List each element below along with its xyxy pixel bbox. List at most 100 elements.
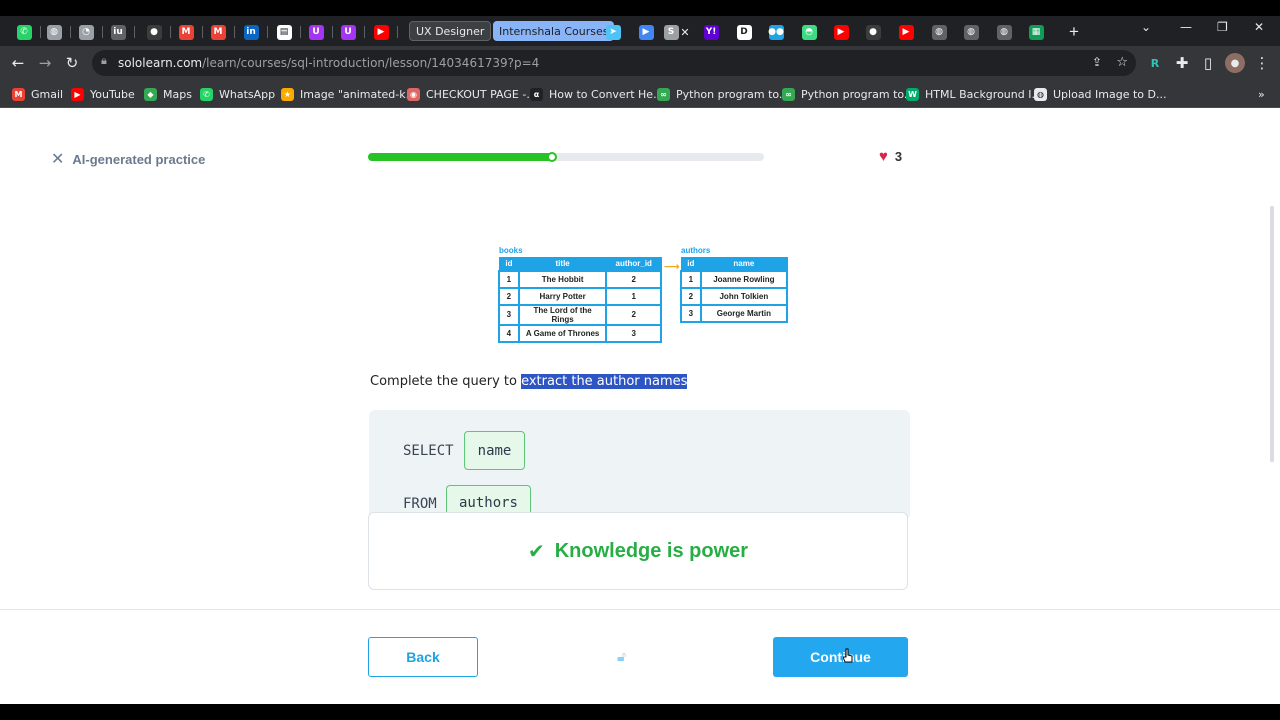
practice-header: ✕ AI-generated practice	[51, 149, 205, 169]
tab-github-r8[interactable]: ●	[865, 21, 881, 43]
tab-ux-designer[interactable]: UX Designer	[409, 21, 492, 41]
tab-sheets-r13[interactable]: ▦	[1028, 21, 1044, 43]
bookmark-item[interactable]: α How to Convert He...	[530, 86, 664, 102]
tab-dots-r5[interactable]: ●●	[768, 21, 784, 43]
tab-d-r4[interactable]: D	[736, 21, 752, 43]
books-header-cell: author_id	[605, 257, 662, 271]
new-tab-icon[interactable]: +	[1066, 21, 1082, 43]
tab-youtube-11[interactable]: ▶	[373, 21, 389, 43]
authors-cell: George Martin	[699, 303, 789, 323]
keyword-select: SELECT	[403, 443, 454, 459]
extension-r-icon[interactable]: R	[1145, 53, 1165, 73]
tab-globe-1[interactable]: ◍	[46, 21, 62, 43]
lives-counter: ♥ 3	[879, 148, 902, 165]
books-table-row: 4A Game of Thrones 3	[498, 323, 662, 343]
tab-globe-r11[interactable]: ◍	[963, 21, 979, 43]
tab-android-r6[interactable]: ◓	[801, 21, 817, 43]
books-cell: 3	[498, 303, 520, 326]
answer-slot-name[interactable]: name	[464, 431, 525, 470]
tab-udemy-9[interactable]: U	[308, 21, 324, 43]
tab-page-8[interactable]: ▤	[276, 21, 292, 43]
tab-github-4[interactable]: ●	[146, 21, 162, 43]
bookmark-item[interactable]: ◍ Upload Image to D...	[1034, 86, 1167, 102]
bookmark-item[interactable]: M Gmail	[12, 86, 63, 102]
tab-divider	[134, 26, 135, 38]
tab-sololearn-r2[interactable]: S	[663, 21, 679, 43]
lock-icon: 🔒︎	[101, 55, 107, 67]
url-input[interactable]: 🔒︎ sololearn.com/learn/courses/sql-intro…	[92, 50, 1136, 76]
tab-gmail-6[interactable]: M	[210, 21, 226, 43]
maps-icon: ◆	[144, 87, 157, 101]
restore-icon[interactable]: ❐	[1217, 20, 1228, 34]
authors-header-cell: id	[680, 257, 702, 271]
bookmark-item[interactable]: ◉ CHECKOUT PAGE -...	[407, 86, 537, 102]
forward-arrow-icon[interactable]: →	[35, 53, 55, 73]
books-cell: 3	[605, 323, 662, 343]
share-icon[interactable]: ⇪	[1092, 55, 1102, 69]
tab-youtube-r9[interactable]: ▶	[898, 21, 914, 43]
gmail-icon: M	[210, 24, 226, 40]
minimize-icon[interactable]: —	[1180, 20, 1192, 34]
extensions-puzzle-icon[interactable]: ✚	[1172, 53, 1192, 73]
prompt-highlight: extract the author names	[521, 374, 688, 389]
tab-strip: UX Designer Internshala Courses ✕ + ⌄ — …	[0, 16, 1280, 46]
back-button[interactable]: Back	[368, 637, 478, 677]
bookmark-label: Image "animated-k...	[300, 87, 417, 101]
authors-cell: 1	[680, 269, 702, 289]
bookmark-star-icon[interactable]: ☆	[1116, 54, 1128, 70]
globe-icon: ◍	[996, 24, 1012, 40]
side-panel-icon[interactable]: ▯	[1198, 53, 1218, 73]
avatar[interactable]: ●	[1225, 53, 1245, 73]
bookmark-label: How to Convert He...	[549, 87, 664, 101]
tab-globe-r12[interactable]: ◍	[996, 21, 1012, 43]
tab-iu-3[interactable]: iu	[110, 21, 126, 43]
unlock-icon[interactable]: 🔓︎	[617, 649, 626, 665]
address-bar-row: ← → ↻ 🔒︎ sololearn.com/learn/courses/sql…	[0, 46, 1280, 80]
gmail-icon: M	[12, 87, 25, 101]
authors-cell: 2	[680, 286, 702, 306]
play-icon: ▶	[638, 24, 654, 40]
books-cell: 1	[498, 269, 520, 289]
bookmark-item[interactable]: ✆ WhatsApp	[200, 86, 275, 102]
bookmark-item[interactable]: ★ Image "animated-k...	[281, 86, 416, 102]
bookmark-item[interactable]: ∞ Python program to...	[657, 86, 789, 102]
android-icon: ◓	[801, 24, 817, 40]
tab-pinwheel-2[interactable]: ◔	[78, 21, 94, 43]
tab-whatsapp-0[interactable]: ✆	[16, 21, 32, 43]
continue-button[interactable]: Continue	[773, 637, 908, 677]
tab-udemy-10[interactable]: U	[340, 21, 356, 43]
keyword-from: FROM	[403, 496, 437, 512]
footer-divider	[0, 609, 1280, 610]
progress-knob	[547, 152, 558, 162]
tab-play-r1[interactable]: ▶	[638, 21, 654, 43]
back-arrow-icon[interactable]: ←	[8, 53, 28, 73]
tab-globe-r10[interactable]: ◍	[931, 21, 947, 43]
yahoo-icon: Y!	[703, 24, 719, 40]
sololearn-icon: S	[663, 24, 679, 40]
bookmark-label: Upload Image to D...	[1053, 87, 1167, 101]
tab-yahoo-r3[interactable]: Y!	[703, 21, 719, 43]
bookmark-item[interactable]: W HTML Background I...	[906, 86, 1042, 102]
reload-icon[interactable]: ↻	[62, 53, 82, 73]
tab-bird-r0[interactable]: ➤	[605, 21, 621, 43]
udemy-icon: U	[340, 24, 356, 40]
menu-kebab-icon[interactable]: ⋮	[1252, 53, 1272, 73]
tab-linkedin-7[interactable]: in	[243, 21, 259, 43]
lips-icon: ◉	[407, 87, 420, 101]
youtube-icon: ▶	[833, 24, 849, 40]
chevron-down-icon[interactable]: ⌄	[1141, 20, 1151, 34]
authors-header-cell: name	[700, 257, 788, 271]
bookmark-item[interactable]: ▶ YouTube	[71, 86, 135, 102]
bookmarks-overflow-icon[interactable]: »	[1258, 86, 1265, 102]
close-tab-icon[interactable]: ✕	[677, 21, 693, 43]
practice-title: AI-generated practice	[72, 151, 206, 167]
scrollbar[interactable]	[1270, 206, 1274, 462]
tab-internshala-courses[interactable]: Internshala Courses	[493, 21, 615, 41]
w3-icon: W	[906, 87, 919, 101]
close-window-icon[interactable]: ✕	[1254, 20, 1264, 34]
bookmark-item[interactable]: ◆ Maps	[144, 86, 192, 102]
tab-youtube-r7[interactable]: ▶	[833, 21, 849, 43]
tab-gmail-5[interactable]: M	[178, 21, 194, 43]
bookmark-item[interactable]: ∞ Python program to...	[782, 86, 914, 102]
close-icon[interactable]: ✕	[51, 149, 64, 169]
